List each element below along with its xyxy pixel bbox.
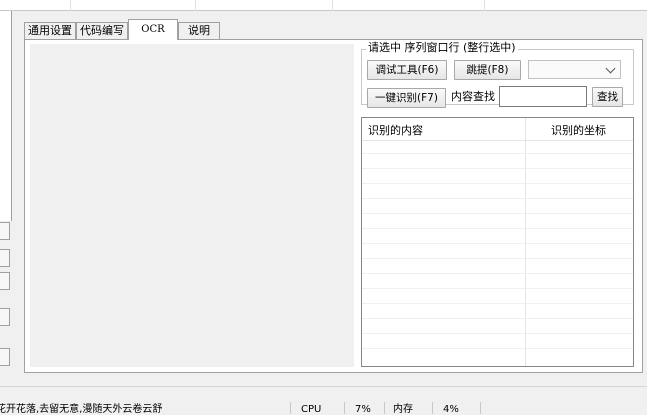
chevron-down-icon	[605, 63, 616, 74]
left-field-fragment[interactable]	[0, 272, 10, 290]
status-bar: 花开花落,去留无意,漫随天外云卷云舒 CPU 7% 内存 4%	[0, 386, 647, 415]
memory-value: 4%	[443, 404, 459, 415]
tab-ocr[interactable]: OCR	[128, 19, 178, 40]
window-select-dropdown[interactable]	[528, 60, 621, 79]
group-title: 请选中 序列窗口行 (整行选中)	[366, 41, 518, 54]
status-motto: 花开花落,去留无意,漫随天外云卷云舒	[0, 404, 163, 415]
ocr-result-list[interactable]: 识别的内容 识别的坐标	[361, 117, 634, 367]
list-header: 识别的内容 识别的坐标	[362, 118, 633, 141]
left-field-fragment[interactable]	[0, 249, 10, 267]
tab-instructions[interactable]: 说明	[178, 22, 220, 39]
search-input[interactable]	[499, 86, 587, 107]
memory-label: 内存	[393, 404, 413, 415]
tab-code-writing[interactable]: 代码编写	[76, 22, 128, 39]
left-list-panel[interactable]	[0, 11, 12, 221]
search-label: 内容查找	[451, 90, 495, 103]
ocr-image-area[interactable]	[30, 44, 354, 367]
column-header-coordinates[interactable]: 识别的坐标	[551, 122, 606, 138]
recognize-button[interactable]: 一键识别(F7)	[367, 88, 446, 108]
left-button-fragment[interactable]	[0, 348, 10, 366]
tab-general-settings[interactable]: 通用设置	[24, 22, 76, 39]
left-button-fragment[interactable]	[0, 222, 10, 240]
left-button-fragment[interactable]	[0, 308, 10, 326]
extract-button[interactable]: 跳提(F8)	[454, 60, 521, 80]
search-button[interactable]: 查找	[592, 87, 623, 107]
debug-tool-button[interactable]: 调试工具(F6)	[367, 60, 447, 80]
column-header-content[interactable]: 识别的内容	[368, 122, 423, 138]
cpu-value: 7%	[355, 404, 371, 415]
top-grid-strip	[0, 0, 647, 11]
cpu-label: CPU	[301, 404, 322, 415]
